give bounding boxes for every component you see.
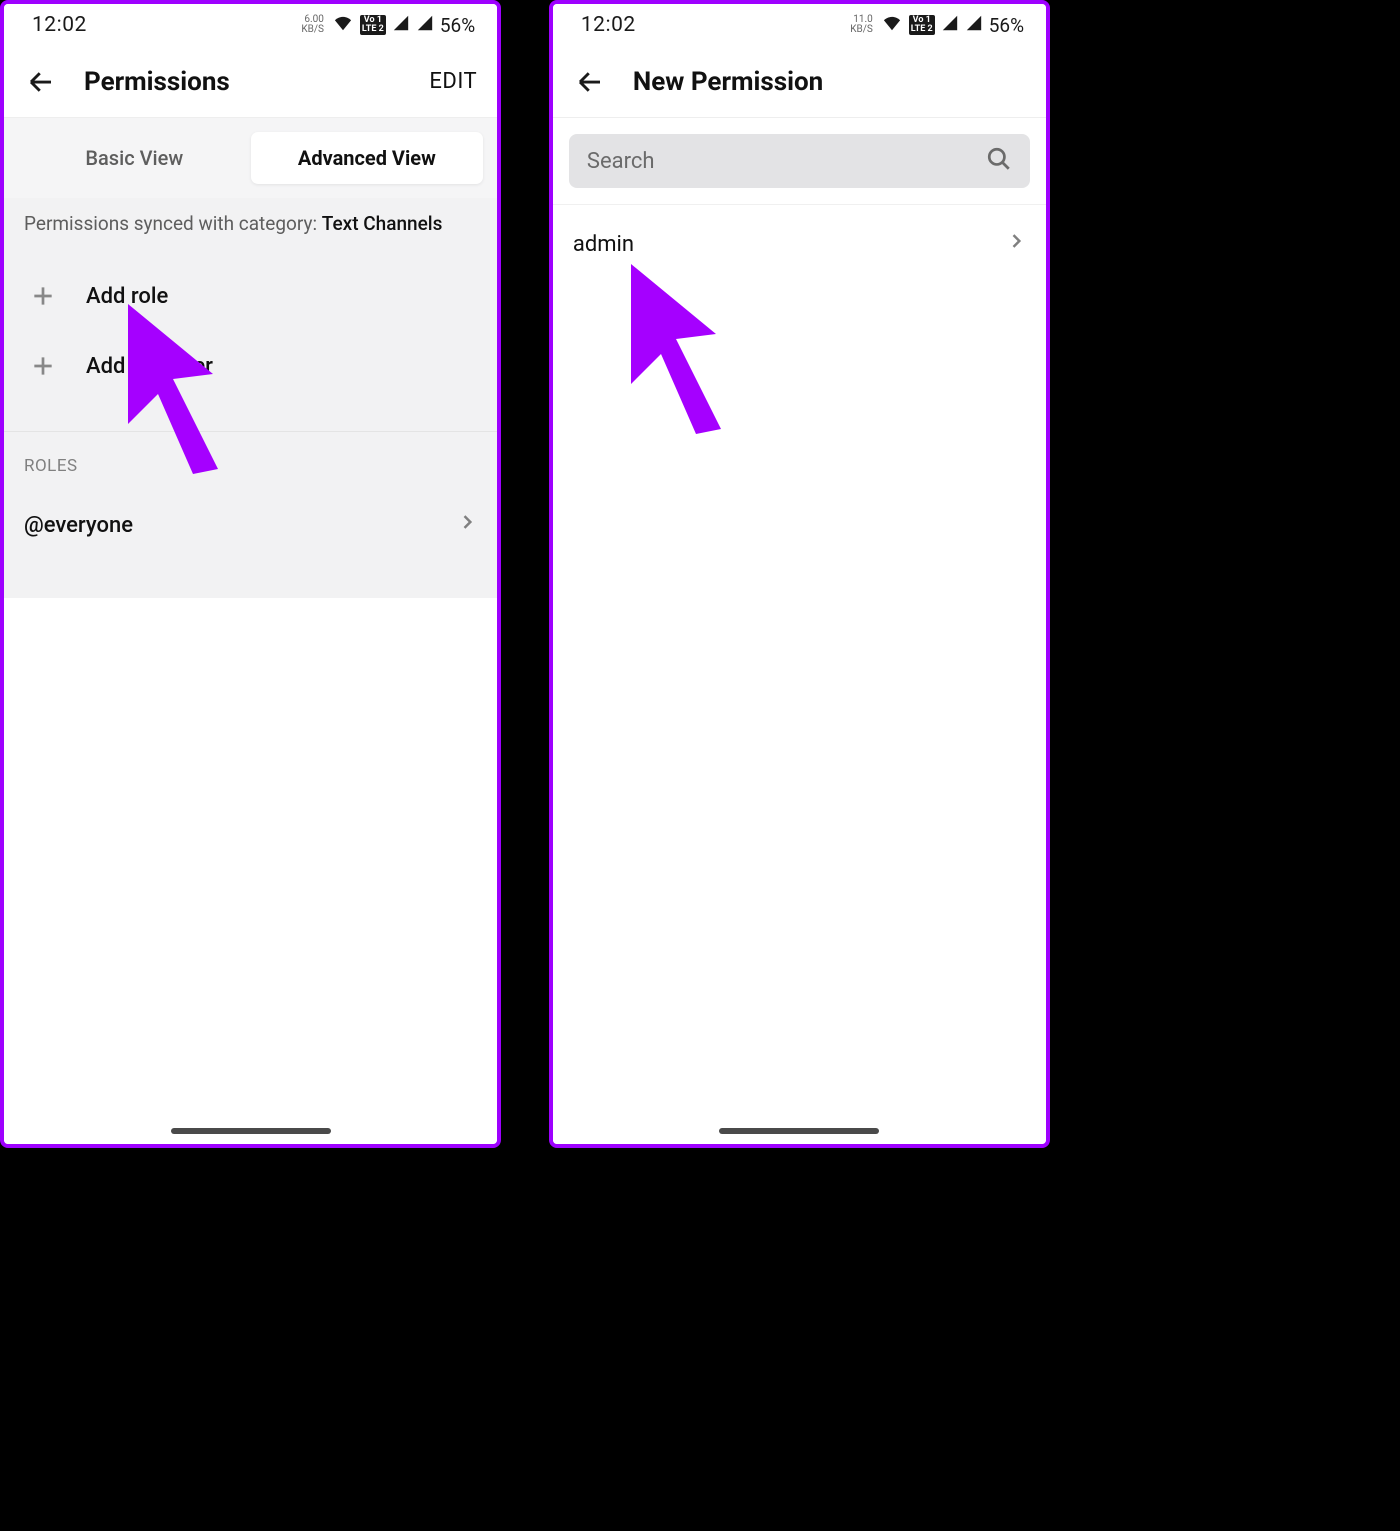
sync-category: Text Channels	[322, 212, 443, 235]
chevron-right-icon	[1006, 231, 1026, 257]
signal-icon-2	[965, 14, 983, 37]
tab-basic-view[interactable]: Basic View	[18, 132, 251, 184]
sync-info: Permissions synced with category: Text C…	[4, 198, 497, 243]
network-speed: 6.00 KB/S	[301, 15, 324, 35]
wifi-icon	[332, 14, 354, 37]
status-icons: 11.0 KB/S Vo 1 LTE 2 56%	[850, 14, 1024, 37]
add-member-label: Add member	[86, 354, 213, 379]
tab-advanced-view[interactable]: Advanced View	[251, 132, 484, 184]
status-time: 12:02	[581, 13, 636, 37]
battery-percent: 56%	[440, 14, 475, 37]
signal-icon-2	[416, 14, 434, 37]
add-role-button[interactable]: Add role	[4, 261, 497, 331]
roles-heading: ROLES	[4, 432, 497, 492]
battery-percent: 56%	[989, 14, 1024, 37]
signal-icon-1	[392, 14, 410, 37]
add-role-label: Add role	[86, 284, 168, 309]
status-bar: 12:02 6.00 KB/S Vo 1 LTE 2 56%	[4, 4, 497, 46]
role-row-everyone[interactable]: @everyone	[4, 492, 497, 558]
role-label: @everyone	[24, 513, 133, 538]
phone-screen-permissions: 12:02 6.00 KB/S Vo 1 LTE 2 56%	[0, 0, 501, 1148]
status-time: 12:02	[32, 13, 87, 37]
back-button[interactable]	[24, 65, 58, 99]
nav-handle[interactable]	[719, 1128, 879, 1134]
plus-icon	[30, 353, 56, 379]
search-input[interactable]: Search	[569, 134, 1030, 188]
edit-button[interactable]: EDIT	[429, 69, 477, 94]
app-header: Permissions EDIT	[4, 46, 497, 118]
page-title: New Permission	[633, 67, 1026, 97]
result-row-admin[interactable]: admin	[553, 205, 1046, 283]
search-placeholder: Search	[587, 149, 655, 174]
chevron-right-icon	[457, 512, 477, 538]
search-wrap: Search	[553, 118, 1046, 205]
nav-handle[interactable]	[171, 1128, 331, 1134]
lte-badge-1: Vo 1 LTE 2	[360, 15, 386, 35]
app-header: New Permission	[553, 46, 1046, 118]
signal-icon-1	[941, 14, 959, 37]
add-section: Add role Add member	[4, 243, 497, 431]
page-title: Permissions	[84, 67, 429, 97]
lte-badge-1: Vo 1 LTE 2	[909, 15, 935, 35]
search-icon	[986, 146, 1012, 176]
wifi-icon	[881, 14, 903, 37]
plus-icon	[30, 283, 56, 309]
empty-area	[4, 598, 497, 1144]
empty-area	[553, 283, 1046, 1144]
phone-screen-new-permission: 12:02 11.0 KB/S Vo 1 LTE 2 56%	[549, 0, 1050, 1148]
status-icons: 6.00 KB/S Vo 1 LTE 2 56%	[301, 14, 475, 37]
network-speed: 11.0 KB/S	[850, 15, 873, 35]
result-label: admin	[573, 232, 634, 257]
view-tabs: Basic View Advanced View	[4, 118, 497, 198]
back-button[interactable]	[573, 65, 607, 99]
status-bar: 12:02 11.0 KB/S Vo 1 LTE 2 56%	[553, 4, 1046, 46]
add-member-button[interactable]: Add member	[4, 331, 497, 401]
roles-section: ROLES @everyone	[4, 431, 497, 598]
